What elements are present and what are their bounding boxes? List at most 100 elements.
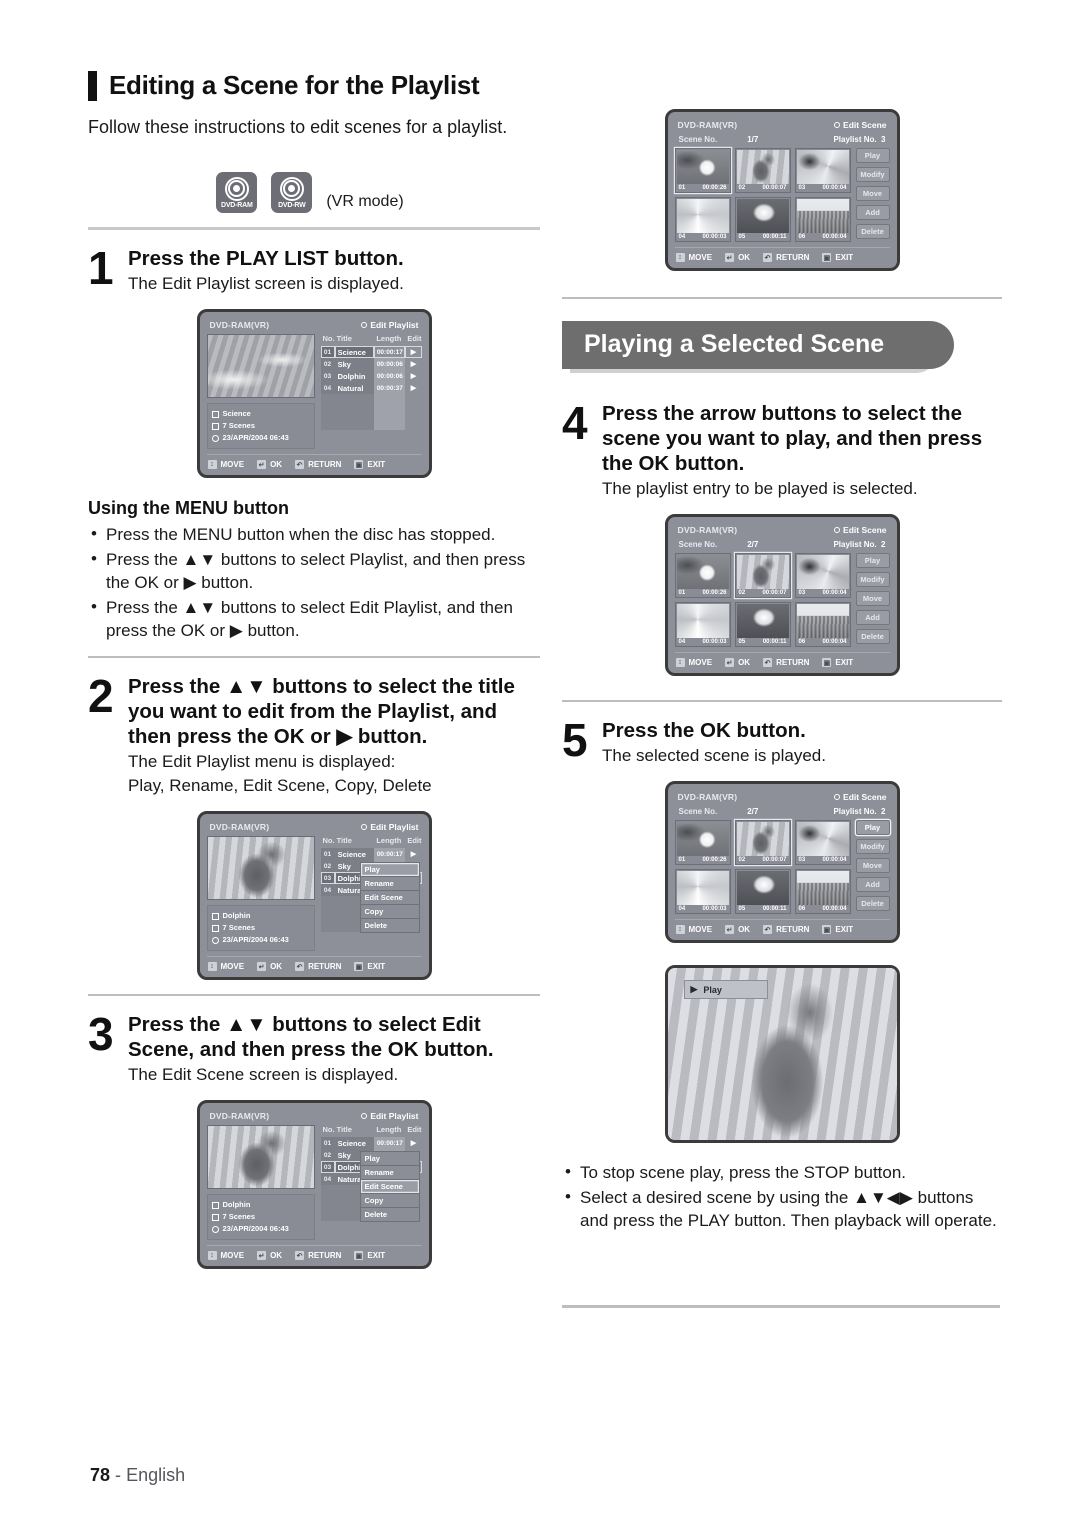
table-row[interactable]: 01 Science 00:00:17 ▶ bbox=[320, 848, 422, 860]
play-osd-label: Play bbox=[703, 984, 722, 995]
menu-item-play[interactable]: Play bbox=[359, 1151, 420, 1166]
scene-add-button[interactable]: Add bbox=[855, 205, 890, 220]
scenes-icon bbox=[211, 924, 219, 932]
osd-ok-button[interactable]: ↵ OK bbox=[256, 1250, 282, 1261]
updown-icon: ↕ bbox=[206, 459, 218, 470]
menu-item-play[interactable]: Play bbox=[359, 862, 420, 877]
disc-rings-icon bbox=[224, 176, 249, 201]
scene-delete-button[interactable]: Delete bbox=[855, 224, 890, 239]
title-info-box: Dolphin 7 Scenes 23/APR/2004 06:43 bbox=[206, 1194, 315, 1240]
scene-modify-button[interactable]: Modify bbox=[855, 167, 890, 182]
osd-exit-button[interactable]: ▣ EXIT bbox=[353, 459, 385, 470]
scene-cell[interactable]: 02 00:00:07 bbox=[734, 148, 791, 193]
osd-exit-button[interactable]: ▣ EXIT bbox=[821, 252, 853, 263]
menu-note-heading: Using the MENU button bbox=[88, 498, 289, 518]
scene-cell[interactable]: 01 00:00:26 bbox=[674, 820, 731, 865]
scene-cell[interactable]: 06 00:00:04 bbox=[794, 602, 851, 647]
osd-ok-button[interactable]: ↵ OK bbox=[256, 961, 282, 972]
scene-cell[interactable]: 04 00:00:03 bbox=[674, 197, 731, 242]
menu-item-delete[interactable]: Delete bbox=[359, 918, 420, 933]
osd-ok-button[interactable]: ↵ OK bbox=[724, 924, 750, 935]
menu-item-edit-scene[interactable]: Edit Scene bbox=[359, 890, 420, 905]
osd-screen-title-wrap: Edit Scene bbox=[834, 525, 887, 535]
menu-item-delete[interactable]: Delete bbox=[359, 1207, 420, 1222]
scene-play-button[interactable]: Play bbox=[855, 820, 890, 835]
osd-return-button[interactable]: ↶ RETURN bbox=[294, 961, 341, 972]
scene-cell[interactable]: 04 00:00:03 bbox=[674, 869, 731, 914]
osd-move-button[interactable]: ↕ MOVE bbox=[206, 961, 244, 972]
scene-delete-button[interactable]: Delete bbox=[855, 629, 890, 644]
scene-play-button[interactable]: Play bbox=[855, 148, 890, 163]
osd-move-button[interactable]: ↕ MOVE bbox=[674, 657, 712, 668]
osd-return-button[interactable]: ↶ RETURN bbox=[762, 252, 809, 263]
scene-add-button[interactable]: Add bbox=[855, 877, 890, 892]
table-row[interactable]: 01 Science 00:00:17 ▶ bbox=[320, 1137, 422, 1149]
scene-cell[interactable]: 02 00:00:07 bbox=[734, 553, 791, 598]
scene-cell[interactable]: 04 00:00:03 bbox=[674, 602, 731, 647]
row-edit-arrow-icon[interactable]: ▶ bbox=[405, 1137, 421, 1149]
osd-exit-button[interactable]: ▣ EXIT bbox=[821, 924, 853, 935]
osd-return-button[interactable]: ↶ RETURN bbox=[294, 459, 341, 470]
return-icon: ↶ bbox=[762, 924, 774, 935]
scene-cell-time: 00:00:04 bbox=[822, 857, 847, 863]
table-row[interactable]: 02 Sky 00:00:06 ▶ bbox=[320, 358, 422, 370]
osd-ok-button[interactable]: ↵ OK bbox=[724, 252, 750, 263]
scene-cell[interactable]: 01 00:00:26 bbox=[674, 148, 731, 193]
osd-header: DVD-RAM(VR) Edit Playlist bbox=[207, 318, 422, 334]
info-scenes: 7 Scenes bbox=[222, 1212, 256, 1221]
row-edit-arrow-icon[interactable]: ▶ bbox=[405, 382, 421, 394]
scene-cell[interactable]: 06 00:00:04 bbox=[794, 869, 851, 914]
scene-cell[interactable]: 06 00:00:04 bbox=[794, 197, 851, 242]
scene-cell[interactable]: 01 00:00:26 bbox=[674, 553, 731, 598]
table-row[interactable]: 04 Natural 00:00:37 ▶ bbox=[320, 382, 422, 394]
table-row-empty bbox=[320, 406, 422, 418]
osd-ok-button[interactable]: ↵ OK bbox=[256, 459, 282, 470]
scene-modify-button[interactable]: Modify bbox=[855, 572, 890, 587]
osd-screen-title-wrap: Edit Scene bbox=[834, 792, 887, 802]
record-dot-icon bbox=[361, 1113, 368, 1119]
dvd-rw-label: DVD-RW bbox=[278, 201, 306, 209]
menu-item-copy[interactable]: Copy bbox=[359, 904, 420, 919]
scene-cell-no: 05 bbox=[738, 234, 746, 240]
osd-exit-button[interactable]: ▣ EXIT bbox=[353, 1250, 385, 1261]
osd-exit-button[interactable]: ▣ EXIT bbox=[353, 961, 385, 972]
row-edit-arrow-icon[interactable]: ▶ bbox=[405, 370, 421, 382]
scene-play-button[interactable]: Play bbox=[855, 553, 890, 568]
scene-cell[interactable]: 03 00:00:04 bbox=[794, 148, 851, 193]
scene-cell[interactable]: 05 00:00:11 bbox=[734, 602, 791, 647]
osd-ok-button[interactable]: ↵ OK bbox=[724, 657, 750, 668]
col-length: Length bbox=[376, 1125, 402, 1134]
row-edit-arrow-icon[interactable]: ▶ bbox=[405, 358, 421, 370]
edit-playlist-dropdown: Play Rename Edit Scene Copy Delete bbox=[359, 1151, 420, 1222]
menu-item-rename[interactable]: Rename bbox=[359, 876, 420, 891]
row-edit-arrow-icon[interactable]: ▶ bbox=[405, 346, 421, 358]
osd-move-button[interactable]: ↕ MOVE bbox=[674, 924, 712, 935]
osd-header: DVD-RAM(VR) Edit Scene bbox=[675, 118, 890, 134]
row-edit-arrow-icon[interactable]: ▶ bbox=[405, 848, 421, 860]
scene-move-button[interactable]: Move bbox=[855, 186, 890, 201]
menu-item-rename[interactable]: Rename bbox=[359, 1165, 420, 1180]
scene-cell[interactable]: 02 00:00:07 bbox=[734, 820, 791, 865]
scene-cell[interactable]: 05 00:00:11 bbox=[734, 869, 791, 914]
osd-return-button[interactable]: ↶ RETURN bbox=[294, 1250, 341, 1261]
osd-return-button[interactable]: ↶ RETURN bbox=[762, 924, 809, 935]
osd-exit-button[interactable]: ▣ EXIT bbox=[821, 657, 853, 668]
scene-add-button[interactable]: Add bbox=[855, 610, 890, 625]
playlist-no-value: 2 bbox=[881, 807, 886, 816]
table-row[interactable]: 01 Science 00:00:17 ▶ bbox=[320, 346, 422, 358]
scene-cell[interactable]: 05 00:00:11 bbox=[734, 197, 791, 242]
menu-item-edit-scene[interactable]: Edit Scene bbox=[359, 1179, 420, 1194]
osd-move-button[interactable]: ↕ MOVE bbox=[206, 1250, 244, 1261]
scene-move-button[interactable]: Move bbox=[855, 591, 890, 606]
scene-modify-button[interactable]: Modify bbox=[855, 839, 890, 854]
menu-item-copy[interactable]: Copy bbox=[359, 1193, 420, 1208]
row-length: 00:00:17 bbox=[374, 1137, 406, 1149]
osd-return-button[interactable]: ↶ RETURN bbox=[762, 657, 809, 668]
scene-move-button[interactable]: Move bbox=[855, 858, 890, 873]
osd-move-button[interactable]: ↕ MOVE bbox=[674, 252, 712, 263]
scene-cell[interactable]: 03 00:00:04 bbox=[794, 820, 851, 865]
table-row[interactable]: 03 Dolphin 00:00:06 ▶ bbox=[320, 370, 422, 382]
scene-delete-button[interactable]: Delete bbox=[855, 896, 890, 911]
scene-cell[interactable]: 03 00:00:04 bbox=[794, 553, 851, 598]
osd-move-button[interactable]: ↕ MOVE bbox=[206, 459, 244, 470]
